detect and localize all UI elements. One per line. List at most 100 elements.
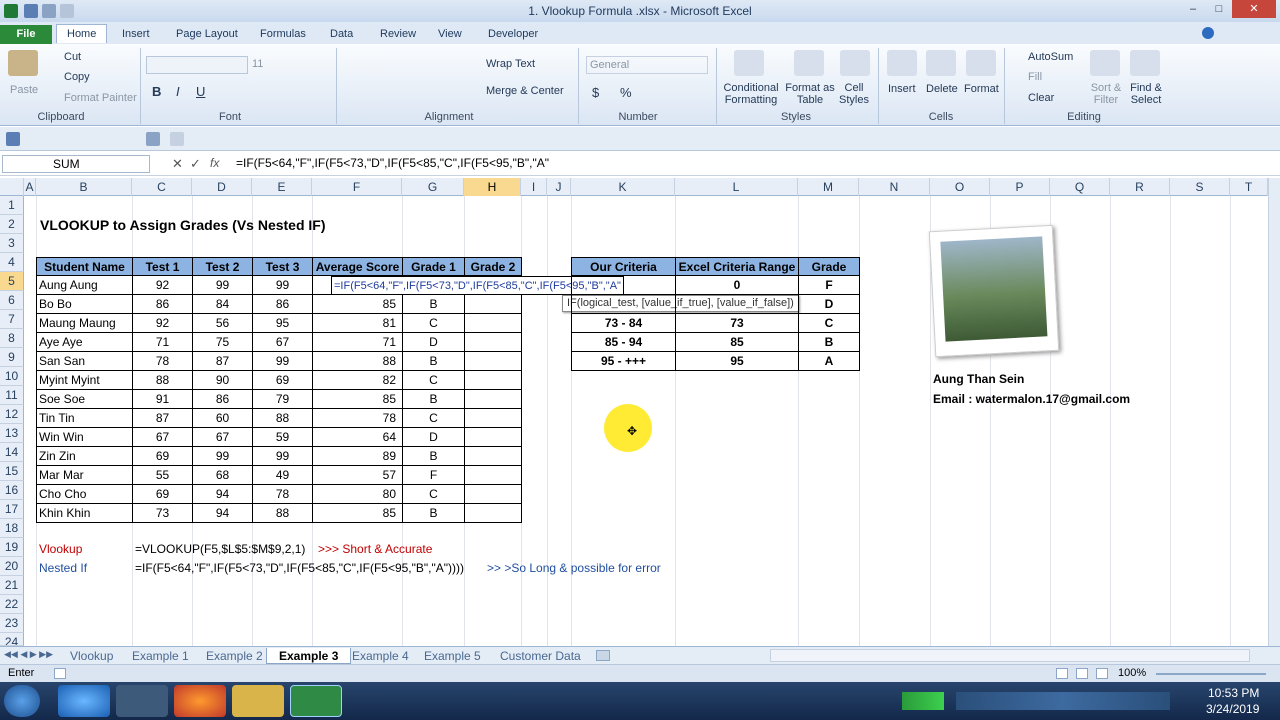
- criteria-cell[interactable]: D: [799, 295, 860, 314]
- tab-developer[interactable]: Developer: [478, 25, 548, 44]
- redo-icon[interactable]: [170, 132, 184, 146]
- macro-record-icon[interactable]: [54, 668, 66, 679]
- column-header-selected[interactable]: H: [464, 178, 521, 196]
- table-cell[interactable]: 88: [253, 504, 313, 523]
- file-explorer-icon[interactable]: [232, 685, 284, 717]
- find-select-button[interactable]: Find & Select: [1126, 82, 1166, 106]
- criteria-cell[interactable]: [571, 295, 676, 314]
- name-box[interactable]: SUM: [2, 155, 150, 173]
- cell-styles-button[interactable]: Cell Styles: [836, 82, 872, 106]
- tab-insert[interactable]: Insert: [112, 25, 160, 44]
- copy-button[interactable]: Copy: [64, 71, 90, 83]
- table-cell[interactable]: Cho Cho: [36, 485, 133, 504]
- row-header[interactable]: 12: [0, 405, 24, 424]
- table-cell[interactable]: 80: [313, 485, 403, 504]
- insert-function-icon[interactable]: fx: [210, 156, 219, 170]
- table-cell[interactable]: 82: [313, 371, 403, 390]
- conditional-formatting-button[interactable]: Conditional Formatting: [720, 82, 782, 106]
- table-cell[interactable]: 94: [193, 504, 253, 523]
- zoom-level[interactable]: 100%: [1118, 667, 1146, 679]
- fill-button[interactable]: Fill: [1028, 71, 1042, 83]
- table-cell[interactable]: 88: [133, 371, 193, 390]
- column-header[interactable]: Q: [1050, 178, 1110, 196]
- insert-cells-icon[interactable]: [887, 50, 917, 76]
- row-header[interactable]: 3: [0, 234, 24, 253]
- table-cell[interactable]: B: [403, 352, 465, 371]
- table-cell[interactable]: 88: [253, 409, 313, 428]
- table-cell[interactable]: Myint Myint: [36, 371, 133, 390]
- delete-cells-icon[interactable]: [926, 50, 956, 76]
- criteria-cell[interactable]: 95: [676, 352, 799, 371]
- row-header[interactable]: 19: [0, 538, 24, 557]
- tray-icons[interactable]: [956, 692, 1170, 710]
- zoom-slider[interactable]: [1156, 673, 1266, 675]
- format-cells-icon[interactable]: [966, 50, 996, 76]
- table-cell[interactable]: Bo Bo: [36, 295, 133, 314]
- row-header[interactable]: 8: [0, 329, 24, 348]
- row-header[interactable]: 9: [0, 348, 24, 367]
- table-cell[interactable]: [465, 409, 522, 428]
- table-cell[interactable]: [465, 466, 522, 485]
- column-header[interactable]: S: [1170, 178, 1230, 196]
- row-header[interactable]: 22: [0, 595, 24, 614]
- currency-button[interactable]: $: [592, 85, 599, 100]
- table-cell[interactable]: 69: [133, 485, 193, 504]
- tab-formulas[interactable]: Formulas: [250, 25, 316, 44]
- table-cell[interactable]: 86: [253, 295, 313, 314]
- page-layout-view-icon[interactable]: [1076, 668, 1088, 679]
- table-cell[interactable]: 85: [313, 295, 403, 314]
- column-header[interactable]: R: [1110, 178, 1170, 196]
- table-cell[interactable]: 79: [253, 390, 313, 409]
- table-cell[interactable]: [465, 371, 522, 390]
- table-cell[interactable]: [465, 295, 522, 314]
- sheet-tab-example-5[interactable]: Example 5: [412, 648, 493, 664]
- column-header[interactable]: G: [402, 178, 464, 196]
- column-header[interactable]: L: [675, 178, 798, 196]
- table-cell[interactable]: B: [403, 447, 465, 466]
- criteria-cell[interactable]: 85: [676, 333, 799, 352]
- table-cell[interactable]: 94: [193, 485, 253, 504]
- table-cell[interactable]: F: [403, 466, 465, 485]
- row-header[interactable]: 20: [0, 557, 24, 576]
- format-painter-button[interactable]: Format Painter: [64, 92, 137, 104]
- table-cell[interactable]: 86: [193, 390, 253, 409]
- paste-icon[interactable]: [8, 50, 38, 76]
- table-cell[interactable]: Mar Mar: [36, 466, 133, 485]
- criteria-cell[interactable]: 73 - 84: [571, 314, 676, 333]
- find-select-icon[interactable]: [1130, 50, 1160, 76]
- table-cell[interactable]: [465, 504, 522, 523]
- table-cell[interactable]: D: [403, 428, 465, 447]
- column-header[interactable]: B: [36, 178, 132, 196]
- table-cell[interactable]: 68: [193, 466, 253, 485]
- format-cells-button[interactable]: Format: [964, 83, 999, 95]
- table-cell[interactable]: 86: [133, 295, 193, 314]
- table-cell[interactable]: 99: [253, 276, 313, 295]
- underline-button[interactable]: U: [196, 84, 205, 99]
- table-cell[interactable]: 75: [193, 333, 253, 352]
- row-header[interactable]: 1: [0, 196, 24, 215]
- tab-scroll-buttons[interactable]: ◀◀ ◀ ▶ ▶▶: [4, 649, 54, 662]
- table-cell[interactable]: Soe Soe: [36, 390, 133, 409]
- horizontal-scrollbar[interactable]: [770, 649, 1250, 662]
- table-cell[interactable]: 85: [313, 504, 403, 523]
- sort-filter-button[interactable]: Sort & Filter: [1086, 82, 1126, 106]
- table-cell[interactable]: 67: [133, 428, 193, 447]
- criteria-cell[interactable]: 85 - 94: [571, 333, 676, 352]
- merge-center-button[interactable]: Merge & Center: [486, 85, 564, 97]
- table-cell[interactable]: C: [403, 409, 465, 428]
- row-header[interactable]: 17: [0, 500, 24, 519]
- normal-view-icon[interactable]: [1056, 668, 1068, 679]
- row-header[interactable]: 2: [0, 215, 24, 234]
- table-cell[interactable]: C: [403, 371, 465, 390]
- table-cell[interactable]: San San: [36, 352, 133, 371]
- criteria-cell[interactable]: C: [799, 314, 860, 333]
- table-cell[interactable]: 71: [313, 333, 403, 352]
- tab-data[interactable]: Data: [320, 25, 363, 44]
- table-cell[interactable]: 69: [253, 371, 313, 390]
- criteria-cell[interactable]: [571, 276, 676, 295]
- cancel-icon[interactable]: ✕: [172, 156, 183, 172]
- table-cell[interactable]: 57: [313, 466, 403, 485]
- column-header[interactable]: I: [521, 178, 547, 196]
- column-header[interactable]: C: [132, 178, 192, 196]
- table-cell[interactable]: Aung Aung: [36, 276, 133, 295]
